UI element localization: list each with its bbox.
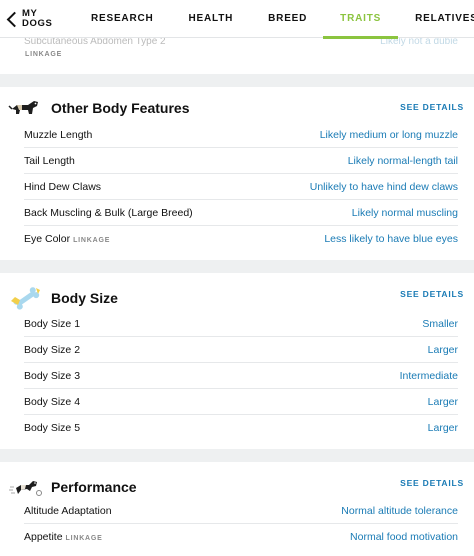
trait-row[interactable]: Body Size 5 Larger [24,415,458,441]
trait-row[interactable]: Body Size 1 Smaller [24,311,458,337]
trait-label: Body Size 2 [24,343,81,356]
chevron-left-icon [6,10,18,28]
trait-list: Body Size 1 Smaller Body Size 2 Larger B… [0,311,474,441]
dog-silhouette-icon [8,101,38,114]
trait-row[interactable]: Altitude Adaptation Normal altitude tole… [24,498,458,524]
trait-label: Body Size 5 [24,422,81,434]
tab-research[interactable]: RESEARCH [91,0,154,38]
section-performance: Performance SEE DETAILS Altitude Adaptat… [0,462,474,556]
running-dog-icon [9,481,42,496]
section-other-body-features: Other Body Features SEE DETAILS Muzzle L… [0,87,474,260]
previous-trait-card: Subcutaneous Abdomen Type 2 Likely not a… [0,36,474,74]
trait-label: Eye Color LINKAGE [24,233,111,245]
trait-value: Likely normal muscling [351,206,458,219]
bone-icon [11,287,40,310]
trait-label: Appetite LINKAGE [24,531,103,543]
trait-row[interactable]: Muzzle Length Likely medium or long muzz… [24,122,458,148]
tab-traits[interactable]: TRAITS [323,0,398,39]
trait-row[interactable]: Tail Length Likely normal-length tail [24,148,458,174]
trait-label: Body Size 3 [24,369,81,382]
trait-label: Altitude Adaptation [24,504,112,517]
top-nav: MY DOGS RESEARCH HEALTH BREED TRAITS REL… [0,0,474,39]
trait-value: Larger [427,422,458,434]
trait-label: Muzzle Length [24,128,93,141]
trait-label: Tail Length [24,154,75,167]
linkage-tag: LINKAGE [65,535,103,542]
trait-list: Muzzle Length Likely medium or long muzz… [0,122,474,260]
linkage-tag: LINKAGE [73,237,111,244]
see-details-link[interactable]: SEE DETAILS [400,102,464,112]
trait-label: Body Size 1 [24,317,81,330]
tab-bar: RESEARCH HEALTH BREED TRAITS RELATIVES [91,0,474,39]
see-details-link[interactable]: SEE DETAILS [400,289,464,299]
tab-relatives[interactable]: RELATIVES [415,0,474,38]
back-label: MY DOGS [22,7,53,29]
back-to-my-dogs-button[interactable]: MY DOGS [6,7,53,29]
trait-value: Unlikely to have hind dew claws [309,180,458,193]
section-title: Performance [51,479,137,495]
tab-breed[interactable]: BREED [268,0,307,38]
see-details-link[interactable]: SEE DETAILS [400,478,464,488]
trait-row[interactable]: Back Muscling & Bulk (Large Breed) Likel… [24,200,458,226]
trait-value: Likely medium or long muzzle [319,128,458,141]
trait-label: Hind Dew Claws [24,180,102,193]
trait-label: Back Muscling & Bulk (Large Breed) [24,206,193,219]
tab-health[interactable]: HEALTH [189,0,234,38]
trait-row[interactable]: Body Size 2 Larger [24,337,458,363]
trait-value: Larger [427,395,458,408]
trait-value: Larger [427,343,458,356]
trait-value: Normal altitude tolerance [341,504,458,517]
trait-row[interactable]: Hind Dew Claws Unlikely to have hind dew… [24,174,458,200]
trait-label: Body Size 4 [24,395,81,408]
trait-row[interactable]: Body Size 3 Intermediate [24,363,458,389]
trait-value: Smaller [422,317,458,330]
trait-row[interactable]: Eye Color LINKAGE Less likely to have blu… [24,226,458,252]
section-body-size: Body Size SEE DETAILS Body Size 1 Smalle… [0,273,474,449]
trait-row[interactable]: Body Size 4 Larger [24,389,458,415]
section-title: Other Body Features [51,100,190,116]
trait-value: Less likely to have blue eyes [324,233,458,245]
trait-row[interactable]: Appetite LINKAGE Normal food motivation [24,524,458,550]
trait-value: Likely normal-length tail [347,154,458,167]
trait-list: Altitude Adaptation Normal altitude tole… [0,498,474,556]
trait-value: Intermediate [399,369,458,382]
section-title: Body Size [51,290,118,306]
trait-value: Normal food motivation [350,531,458,543]
linkage-tag: LINKAGE [25,51,63,58]
